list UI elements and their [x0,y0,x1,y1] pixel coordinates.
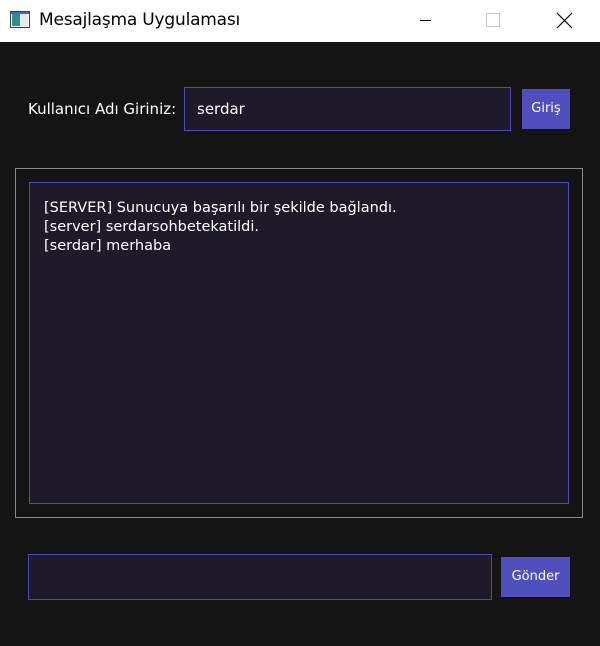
close-button[interactable] [541,0,587,42]
username-label: Kullanıcı Adı Giriniz: [28,100,177,118]
chat-log[interactable]: [SERVER] Sunucuya başarılı bir şekilde b… [29,182,569,504]
chat-message: [serdar] merhaba [44,238,172,254]
minimize-icon [420,20,431,21]
login-button[interactable]: Giriş [522,89,570,129]
close-icon [556,12,573,29]
username-input[interactable]: serdar [184,87,511,131]
maximize-button[interactable] [470,0,516,42]
window-title: Mesajlaşma Uygulaması [39,10,241,30]
chat-message: [server] serdarsohbetekatildi. [44,219,260,235]
chat-message: [SERVER] Sunucuya başarılı bir şekilde b… [44,200,397,216]
send-button[interactable]: Gönder [501,557,570,597]
app-window-icon [10,11,30,28]
message-input[interactable] [28,554,492,600]
minimize-button[interactable] [402,0,448,42]
title-bar: Mesajlaşma Uygulaması [0,0,600,42]
maximize-icon [486,13,500,27]
